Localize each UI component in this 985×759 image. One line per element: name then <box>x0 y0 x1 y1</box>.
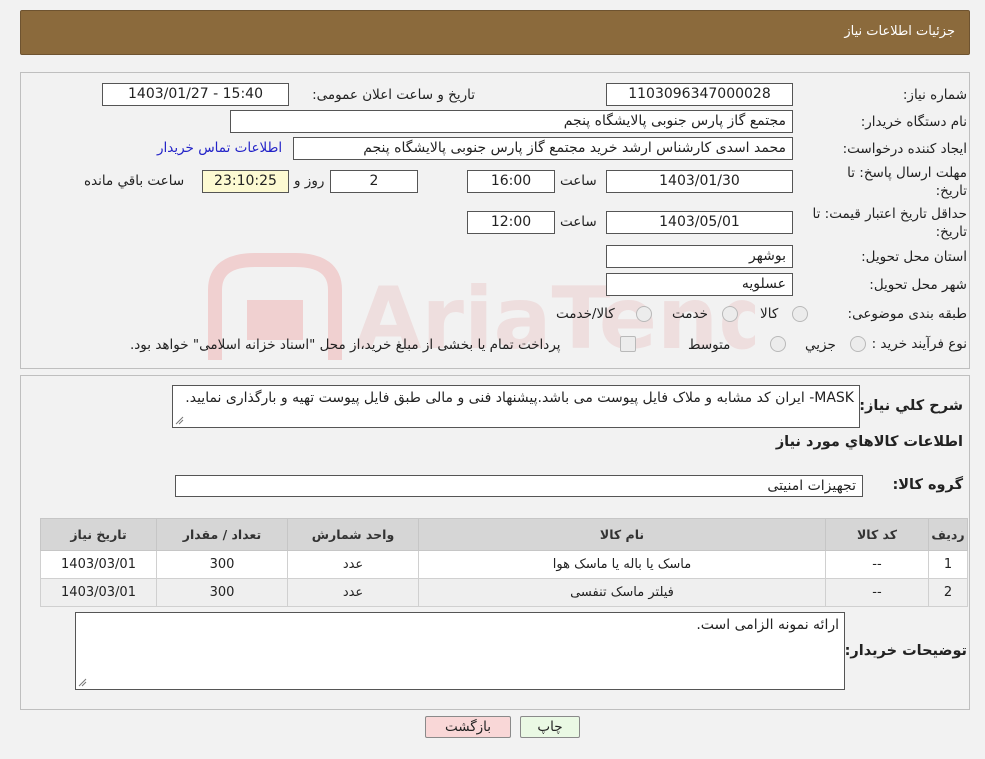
validity-label: حداقل تاریخ اعتبار قیمت: تا <box>812 206 967 222</box>
category-service-radio[interactable] <box>722 306 738 322</box>
process-medium-label: متوسط <box>688 337 731 353</box>
cell-code: -- <box>825 550 929 579</box>
cell-date: 1403/03/01 <box>40 578 157 607</box>
cell-unit: عدد <box>287 550 419 579</box>
description-label: شرح كلي نياز: <box>859 398 963 414</box>
process-medium-radio[interactable] <box>770 336 786 352</box>
cell-unit: عدد <box>287 578 419 607</box>
col-date: تاریخ نیاز <box>40 518 157 551</box>
page-title: جزئیات اطلاعات نیاز <box>844 24 955 39</box>
print-button[interactable]: چاپ <box>520 716 580 738</box>
resize-grip-icon[interactable] <box>78 678 87 687</box>
need-number-field: 1103096347000028 <box>606 83 793 106</box>
cell-name: ماسک یا باله یا ماسک هوا <box>418 550 826 579</box>
goods-table: ردیف کد کالا نام کالا واحد شمارش تعداد /… <box>40 518 968 607</box>
buyer-contact-link[interactable]: اطلاعات تماس خریدار <box>157 140 282 156</box>
cell-code: -- <box>825 578 929 607</box>
validity-label-date: تاریخ: <box>935 224 967 240</box>
cell-date: 1403/03/01 <box>40 550 157 579</box>
buyer-notes-text: ارائه نمونه الزامی است. <box>696 617 839 633</box>
treasury-payment-note: پرداخت تمام یا بخشی از مبلغ خرید،از محل … <box>130 337 561 353</box>
process-minor-label: جزيي <box>805 337 836 353</box>
cell-qty: 300 <box>156 550 288 579</box>
table-row: 1 -- ماسک یا باله یا ماسک هوا عدد 300 14… <box>40 550 968 579</box>
days-label: روز و <box>294 173 325 189</box>
city-label: شهر محل تحویل: <box>869 277 967 293</box>
validity-time-label: ساعت <box>560 214 597 230</box>
description-text: MASK- ایران کد مشابه و ملاک فایل پیوست م… <box>185 390 854 406</box>
goods-table-header: ردیف کد کالا نام کالا واحد شمارش تعداد /… <box>40 518 968 551</box>
back-button[interactable]: بازگشت <box>425 716 511 738</box>
col-row: ردیف <box>928 518 968 551</box>
goods-section-title: اطلاعات کالاهاي مورد نياز <box>775 434 963 450</box>
col-name: نام کالا <box>418 518 826 551</box>
deadline-date-field: 1403/01/30 <box>606 170 793 193</box>
treasury-payment-checkbox[interactable] <box>620 336 636 352</box>
table-row: 2 -- فیلتر ماسک تنفسی عدد 300 1403/03/01 <box>40 578 968 607</box>
cell-row: 2 <box>928 578 968 607</box>
cell-qty: 300 <box>156 578 288 607</box>
days-remaining-field: 2 <box>330 170 418 193</box>
validity-date-field: 1403/05/01 <box>606 211 793 234</box>
deadline-time-field: 16:00 <box>467 170 555 193</box>
deadline-label: مهلت ارسال پاسخ: تا <box>847 165 967 181</box>
col-code: کد کالا <box>825 518 929 551</box>
col-unit: واحد شمارش <box>287 518 419 551</box>
announce-datetime-label: تاریخ و ساعت اعلان عمومی: <box>312 87 475 103</box>
resize-grip-icon[interactable] <box>175 416 184 425</box>
announce-datetime-field: 1403/01/27 - 15:40 <box>102 83 289 106</box>
creator-field: محمد اسدی کارشناس ارشد خرید مجتمع گاز پا… <box>293 137 793 160</box>
col-qty: تعداد / مقدار <box>156 518 288 551</box>
category-service-label: خدمت <box>672 306 708 322</box>
category-goods-service-radio[interactable] <box>636 306 652 322</box>
category-goods-service-label: کالا/خدمت <box>556 306 615 322</box>
buyer-org-field: مجتمع گاز پارس جنوبی پالایشگاه پنجم <box>230 110 793 133</box>
province-label: استان محل تحویل: <box>861 249 967 265</box>
page-header: جزئیات اطلاعات نیاز <box>20 10 970 55</box>
process-type-label: نوع فرآیند خرید : <box>871 336 967 352</box>
category-label: طبقه بندی موضوعی: <box>847 306 967 322</box>
cell-row: 1 <box>928 550 968 579</box>
category-goods-radio[interactable] <box>792 306 808 322</box>
validity-time-field: 12:00 <box>467 211 555 234</box>
remaining-time-field: 23:10:25 <box>202 170 289 193</box>
goods-group-label: گروه کالا: <box>892 477 963 493</box>
remaining-time-label: ساعت باقي مانده <box>84 173 185 189</box>
city-field: عسلویه <box>606 273 793 296</box>
goods-group-field: تجهیزات امنیتی <box>175 475 863 497</box>
deadline-label-date: تاریخ: <box>935 183 967 199</box>
description-textarea: MASK- ایران کد مشابه و ملاک فایل پیوست م… <box>172 385 860 428</box>
cell-name: فیلتر ماسک تنفسی <box>418 578 826 607</box>
need-number-label: شماره نیاز: <box>902 87 967 103</box>
creator-label: ایجاد کننده درخواست: <box>842 141 967 157</box>
buyer-org-label: نام دستگاه خریدار: <box>860 114 967 130</box>
category-goods-label: کالا <box>760 306 779 322</box>
province-field: بوشهر <box>606 245 793 268</box>
buyer-notes-label: توضیحات خریدار: <box>844 643 967 659</box>
buyer-notes-textarea: ارائه نمونه الزامی است. <box>75 612 845 690</box>
deadline-time-label: ساعت <box>560 173 597 189</box>
process-minor-radio[interactable] <box>850 336 866 352</box>
